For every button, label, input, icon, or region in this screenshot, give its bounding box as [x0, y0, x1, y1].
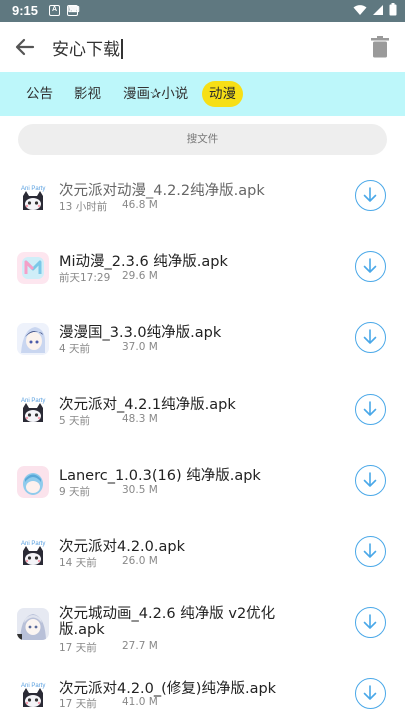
list-item[interactable]: 漫漫国_3.3.0纯净版.apk 4 天前 37.0 M: [0, 317, 405, 381]
file-size: 37.0 M: [122, 341, 158, 353]
download-arrow-icon: [363, 329, 377, 344]
file-time: 5 天前: [59, 415, 91, 427]
download-button[interactable]: [355, 607, 386, 638]
download-arrow-icon: [363, 472, 377, 487]
top-bar: 安心下载: [0, 22, 405, 72]
list-item[interactable]: Ani Party 次元派对动漫_4.2.2纯净版.apk 13 小时前 46.…: [0, 174, 405, 238]
file-size: 30.5 M: [122, 484, 158, 496]
ciyuancheng-icon: [17, 608, 49, 640]
search-input[interactable]: 安心下载: [52, 35, 123, 60]
signal-icon: [373, 4, 383, 15]
svg-text:Ani Party: Ani Party: [21, 683, 45, 689]
download-button[interactable]: [355, 180, 386, 211]
text-cursor: [121, 39, 123, 59]
svg-text:Ani Party: Ani Party: [21, 186, 45, 192]
battery-icon: [389, 3, 397, 16]
file-name: 次元城动画_4.2.6 纯净版 v2优化版.apk: [59, 606, 276, 638]
file-size: 48.3 M: [122, 413, 158, 425]
file-time: 17 天前: [59, 642, 97, 654]
file-time: 14 天前: [59, 557, 97, 569]
file-name: 次元派对动漫_4.2.2纯净版.apk: [59, 183, 265, 199]
file-time: 9 天前: [59, 486, 91, 498]
keyboard-notification-icon: ⌨: [67, 5, 80, 16]
file-time: 前天17:29: [59, 272, 111, 284]
list-item[interactable]: Lanerc_1.0.3(16) 纯净版.apk 9 天前 30.5 M: [0, 460, 405, 524]
download-button[interactable]: [355, 322, 386, 353]
file-search-button[interactable]: 搜文件: [18, 124, 387, 155]
ani-party-cat-icon: Ani Party: [17, 679, 49, 711]
svg-text:Ani Party: Ani Party: [21, 541, 45, 547]
download-arrow-icon: [363, 401, 377, 416]
lanerc-icon: [17, 466, 49, 498]
status-time: 9:15: [12, 3, 39, 18]
download-arrow-icon: [363, 685, 377, 700]
file-size: 27.7 M: [122, 640, 158, 652]
download-button[interactable]: [355, 465, 386, 496]
mi-anime-icon: [17, 252, 49, 284]
trash-icon[interactable]: [371, 36, 389, 58]
tab-comics-novels[interactable]: 漫画✰小说: [116, 81, 195, 107]
file-size: 26.0 M: [122, 555, 158, 567]
file-size: 46.8 M: [122, 199, 158, 211]
file-name: Mi动漫_2.3.6 纯净版.apk: [59, 254, 228, 270]
ani-party-cat-icon: Ani Party: [17, 394, 49, 426]
list-item[interactable]: 次元城动画_4.2.6 纯净版 v2优化版.apk 17 天前 27.7 M: [0, 602, 405, 666]
wifi-icon: [353, 4, 367, 15]
file-name: 次元派对4.2.0_(修复)纯净版.apk: [59, 681, 277, 697]
tab-announcement[interactable]: 公告: [19, 81, 60, 107]
download-button[interactable]: [355, 678, 386, 709]
download-arrow-icon: [363, 258, 377, 273]
list-item[interactable]: Ani Party 次元派对_4.2.1纯净版.apk 5 天前 48.3 M: [0, 388, 405, 452]
file-time: 4 天前: [59, 343, 91, 355]
file-name: Lanerc_1.0.3(16) 纯净版.apk: [59, 468, 261, 484]
file-time: 13 小时前: [59, 201, 108, 213]
notification-a-icon: A: [49, 5, 60, 16]
download-button[interactable]: [355, 394, 386, 425]
download-button[interactable]: [355, 251, 386, 282]
list-item[interactable]: Ani Party 次元派对4.2.0.apk 14 天前 26.0 M: [0, 531, 405, 595]
list-item[interactable]: Ani Party 次元派对4.2.0_(修复)纯净版.apk 17 天前 41…: [0, 673, 405, 720]
list-item[interactable]: Mi动漫_2.3.6 纯净版.apk 前天17:29 29.6 M: [0, 246, 405, 310]
tab-movies[interactable]: 影视: [67, 81, 108, 107]
search-input-value: 安心下载: [52, 40, 120, 60]
tab-anime[interactable]: 动漫: [202, 81, 243, 107]
file-size: 29.6 M: [122, 270, 158, 282]
ani-party-cat-icon: Ani Party: [17, 182, 49, 214]
file-size: 41.0 M: [122, 696, 158, 708]
category-tab-bar: 公告 影视 漫画✰小说 动漫: [0, 72, 405, 116]
download-button[interactable]: [355, 536, 386, 567]
file-name: 漫漫国_3.3.0纯净版.apk: [59, 325, 222, 341]
file-time: 17 天前: [59, 698, 97, 710]
status-bar: 9:15 A ⌨: [0, 0, 405, 22]
download-arrow-icon: [363, 614, 377, 629]
download-arrow-icon: [363, 543, 377, 558]
ani-party-cat-icon: Ani Party: [17, 537, 49, 569]
file-name: 次元派对4.2.0.apk: [59, 539, 185, 555]
back-arrow-icon[interactable]: [12, 34, 38, 60]
download-arrow-icon: [363, 187, 377, 202]
svg-text:Ani Party: Ani Party: [21, 398, 45, 404]
file-name: 次元派对_4.2.1纯净版.apk: [59, 397, 236, 413]
manmanguo-icon: [17, 323, 49, 355]
